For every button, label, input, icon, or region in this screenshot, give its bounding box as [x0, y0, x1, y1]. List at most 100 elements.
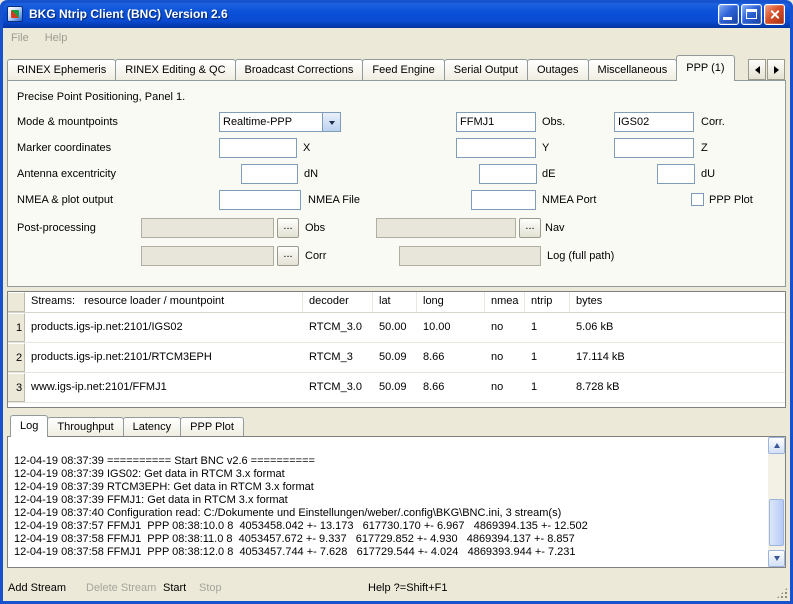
tab-miscellaneous[interactable]: Miscellaneous [588, 59, 678, 80]
cell-mountpoint: products.igs-ip.net:2101/IGS02 [25, 313, 303, 342]
antenna-dn-label: dN [304, 164, 318, 184]
minimize-button[interactable] [718, 4, 739, 25]
post-corr-label: Corr [305, 246, 326, 266]
cell-ntrip: 1 [525, 373, 570, 402]
tab-ppp-1[interactable]: PPP (1) [676, 55, 734, 81]
close-button[interactable] [764, 4, 785, 25]
marker-x-label: X [303, 138, 310, 158]
post-log-file-input [399, 246, 541, 266]
tab-serial-output[interactable]: Serial Output [444, 59, 528, 80]
nmea-port-input[interactable] [471, 190, 536, 210]
tab-latency[interactable]: Latency [123, 417, 182, 436]
header-long: long [417, 292, 485, 312]
tab-broadcast-corrections[interactable]: Broadcast Corrections [235, 59, 364, 80]
header-bytes: bytes [570, 292, 785, 312]
tab-feed-engine[interactable]: Feed Engine [362, 59, 444, 80]
streams-table: Streams: resource loader / mountpoint de… [7, 291, 786, 408]
scrollbar-thumb[interactable] [769, 499, 784, 546]
scroll-up-button[interactable] [768, 437, 785, 454]
cell-bytes: 8.728 kB [570, 373, 785, 402]
cell-mountpoint: www.igs-ip.net:2101/FFMJ1 [25, 373, 303, 402]
table-row[interactable]: 1 products.igs-ip.net:2101/IGS02 RTCM_3.… [8, 313, 785, 343]
delete-stream-button: Delete Stream [86, 580, 156, 596]
nmea-file-input[interactable] [219, 190, 301, 210]
header-nmea: nmea [485, 292, 525, 312]
log-line: 12-04-19 08:37:39 RTCM3EPH: Get data in … [14, 481, 763, 494]
panel-caption: Precise Point Positioning, Panel 1. [17, 91, 185, 103]
log-line: 12-04-19 08:37:58 FFMJ1 PPP 08:38:11.0 8… [14, 533, 763, 546]
marker-coordinates-label: Marker coordinates [17, 138, 111, 158]
cell-ntrip: 1 [525, 343, 570, 372]
chevron-right-icon [774, 66, 783, 74]
maximize-icon [746, 9, 757, 19]
log-line: 12-04-19 08:37:39 FFMJ1: Get data in RTC… [14, 494, 763, 507]
obs-mountpoint-input[interactable] [456, 112, 536, 132]
tab-scroll-left-button[interactable] [748, 59, 766, 80]
cell-decoder: RTCM_3 [303, 343, 373, 372]
marker-y-input[interactable] [456, 138, 536, 158]
tab-outages[interactable]: Outages [527, 59, 589, 80]
marker-x-input[interactable] [219, 138, 297, 158]
corr-label: Corr. [701, 112, 725, 132]
nmea-file-label: NMEA File [308, 190, 360, 210]
tab-scroll-right-button[interactable] [767, 59, 785, 80]
streams-table-header: Streams: resource loader / mountpoint de… [8, 292, 785, 313]
ppp-plot-label: PPP Plot [709, 190, 753, 210]
mode-dropdown[interactable]: Realtime-PPP [219, 112, 341, 132]
post-corr-browse-button[interactable]: ... [277, 246, 299, 266]
resize-grip[interactable] [776, 587, 788, 599]
ppp-panel: Precise Point Positioning, Panel 1. Mode… [7, 80, 786, 287]
ppp-plot-checkbox[interactable] [691, 193, 704, 206]
post-obs-label: Obs [305, 218, 325, 238]
table-corner-cell [8, 292, 25, 312]
add-stream-button[interactable]: Add Stream [8, 580, 66, 596]
log-line: 12-04-19 08:37:40 Configuration read: C:… [14, 507, 763, 520]
log-line: 12-04-19 08:37:58 FFMJ1 PPP 08:38:12.0 8… [14, 546, 763, 559]
cell-lat: 50.00 [373, 313, 417, 342]
tab-throughput[interactable]: Throughput [47, 417, 123, 436]
app-icon [7, 6, 23, 22]
start-button[interactable]: Start [163, 580, 186, 596]
minimize-icon [723, 17, 732, 20]
log-panel[interactable]: 12-04-19 08:37:39 ========== Start BNC v… [7, 436, 786, 568]
maximize-button[interactable] [741, 4, 762, 25]
table-row[interactable]: 3 www.igs-ip.net:2101/FFMJ1 RTCM_3.0 50.… [8, 373, 785, 403]
cell-lat: 50.09 [373, 343, 417, 372]
mode-dropdown-value: Realtime-PPP [220, 116, 322, 128]
menu-help[interactable]: Help [37, 30, 76, 46]
log-text: 12-04-19 08:37:39 ========== Start BNC v… [14, 455, 763, 559]
antenna-de-input[interactable] [479, 164, 537, 184]
post-log-label: Log (full path) [547, 246, 614, 266]
title-bar[interactable]: BKG Ntrip Client (BNC) Version 2.6 [0, 0, 793, 28]
nmea-plot-output-label: NMEA & plot output [17, 190, 113, 210]
tab-scroll-arrows [748, 59, 785, 80]
tab-rinex-ephemeris[interactable]: RINEX Ephemeris [7, 59, 116, 80]
cell-long: 10.00 [417, 313, 485, 342]
tab-log[interactable]: Log [10, 415, 48, 437]
nmea-port-label: NMEA Port [542, 190, 596, 210]
scroll-down-button[interactable] [768, 550, 785, 567]
tab-ppp-plot[interactable]: PPP Plot [180, 417, 244, 436]
log-line: 12-04-19 08:37:57 FFMJ1 PPP 08:38:10.0 8… [14, 520, 763, 533]
antenna-dn-input[interactable] [241, 164, 298, 184]
table-row[interactable]: 2 products.igs-ip.net:2101/RTCM3EPH RTCM… [8, 343, 785, 373]
header-decoder: decoder [303, 292, 373, 312]
antenna-du-input[interactable] [657, 164, 695, 184]
arrow-up-icon [774, 440, 780, 448]
chevron-left-icon [751, 66, 760, 74]
post-nav-browse-button[interactable]: ... [519, 218, 541, 238]
antenna-excentricity-label: Antenna excentricity [17, 164, 116, 184]
marker-z-input[interactable] [614, 138, 694, 158]
cell-lat: 50.09 [373, 373, 417, 402]
post-obs-browse-button[interactable]: ... [277, 218, 299, 238]
post-nav-label: Nav [545, 218, 565, 238]
row-number: 1 [8, 313, 25, 342]
header-lat: lat [373, 292, 417, 312]
log-line: 12-04-19 08:37:39 IGS02: Get data in RTC… [14, 468, 763, 481]
vertical-scrollbar[interactable] [768, 437, 785, 567]
menu-file[interactable]: File [3, 30, 37, 46]
tab-rinex-editing-qc[interactable]: RINEX Editing & QC [115, 59, 235, 80]
antenna-de-label: dE [542, 164, 555, 184]
corr-mountpoint-input[interactable] [614, 112, 694, 132]
row-number: 3 [8, 373, 25, 402]
